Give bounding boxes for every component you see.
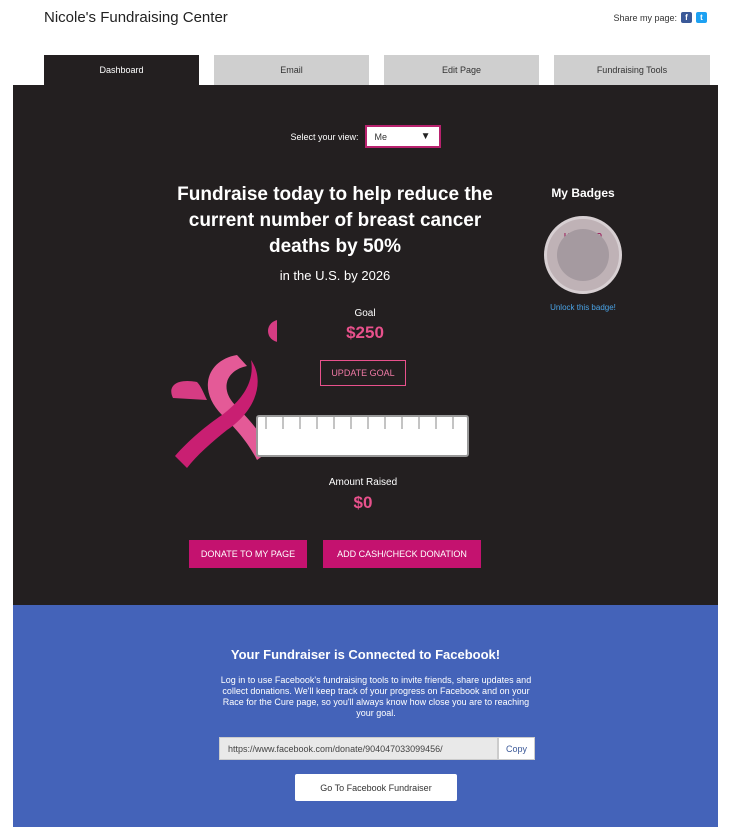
facebook-url-field[interactable]: https://www.facebook.com/donate/90404703… xyxy=(219,737,498,760)
progress-thermometer xyxy=(256,415,469,457)
update-goal-button[interactable]: UPDATE GOAL xyxy=(320,360,406,386)
facebook-share-icon[interactable]: f xyxy=(681,12,692,23)
facebook-section: Your Fundraiser is Connected to Facebook… xyxy=(13,605,718,827)
donate-to-my-page-button[interactable]: DONATE TO MY PAGE xyxy=(189,540,307,568)
facebook-description: Log in to use Facebook's fundraising too… xyxy=(220,675,532,718)
go-to-facebook-fundraiser-button[interactable]: Go To Facebook Fundraiser xyxy=(295,774,457,801)
ruler-ticks xyxy=(265,417,454,429)
view-selector: Select your view: Me ▼ xyxy=(13,125,718,148)
view-dropdown-value: Me xyxy=(374,131,388,142)
dropdown-arrow-icon: ▼ xyxy=(420,131,431,142)
goal-label: Goal xyxy=(354,308,376,319)
copy-url-button[interactable]: Copy xyxy=(498,737,535,760)
share-bar: Share my page: f t xyxy=(613,12,707,23)
badge-inner xyxy=(557,229,609,281)
unlock-badge-link[interactable]: Unlock this badge! xyxy=(533,303,633,312)
goal-value: $250 xyxy=(346,323,384,342)
tab-fundraising-tools[interactable]: Fundraising Tools xyxy=(554,55,710,85)
add-cash-check-donation-button[interactable]: ADD CASH/CHECK DONATION xyxy=(323,540,481,568)
page-title: Nicole's Fundraising Center xyxy=(44,9,228,26)
headline: Fundraise today to help reduce the curre… xyxy=(177,184,493,257)
tab-dashboard[interactable]: Dashboard xyxy=(44,55,199,85)
facebook-title: Your Fundraiser is Connected to Facebook… xyxy=(230,647,501,662)
badges-title: My Badges xyxy=(551,186,615,200)
tab-bar: Dashboard Email Edit Page Fundraising To… xyxy=(44,55,710,85)
donated-badge-icon: I DONATED xyxy=(544,216,622,294)
amount-raised-label: Amount Raised xyxy=(328,477,398,488)
dashboard-panel: Select your view: Me ▼ Fundraise today t… xyxy=(13,85,718,605)
subheadline: in the U.S. by 2026 xyxy=(279,268,391,283)
tab-email[interactable]: Email xyxy=(214,55,369,85)
twitter-share-icon[interactable]: t xyxy=(696,12,707,23)
amount-raised-value: $0 xyxy=(353,493,373,512)
view-dropdown[interactable]: Me ▼ xyxy=(364,125,441,148)
tab-edit-page[interactable]: Edit Page xyxy=(384,55,539,85)
view-label: Select your view: xyxy=(290,131,359,142)
share-label: Share my page: xyxy=(613,12,677,23)
